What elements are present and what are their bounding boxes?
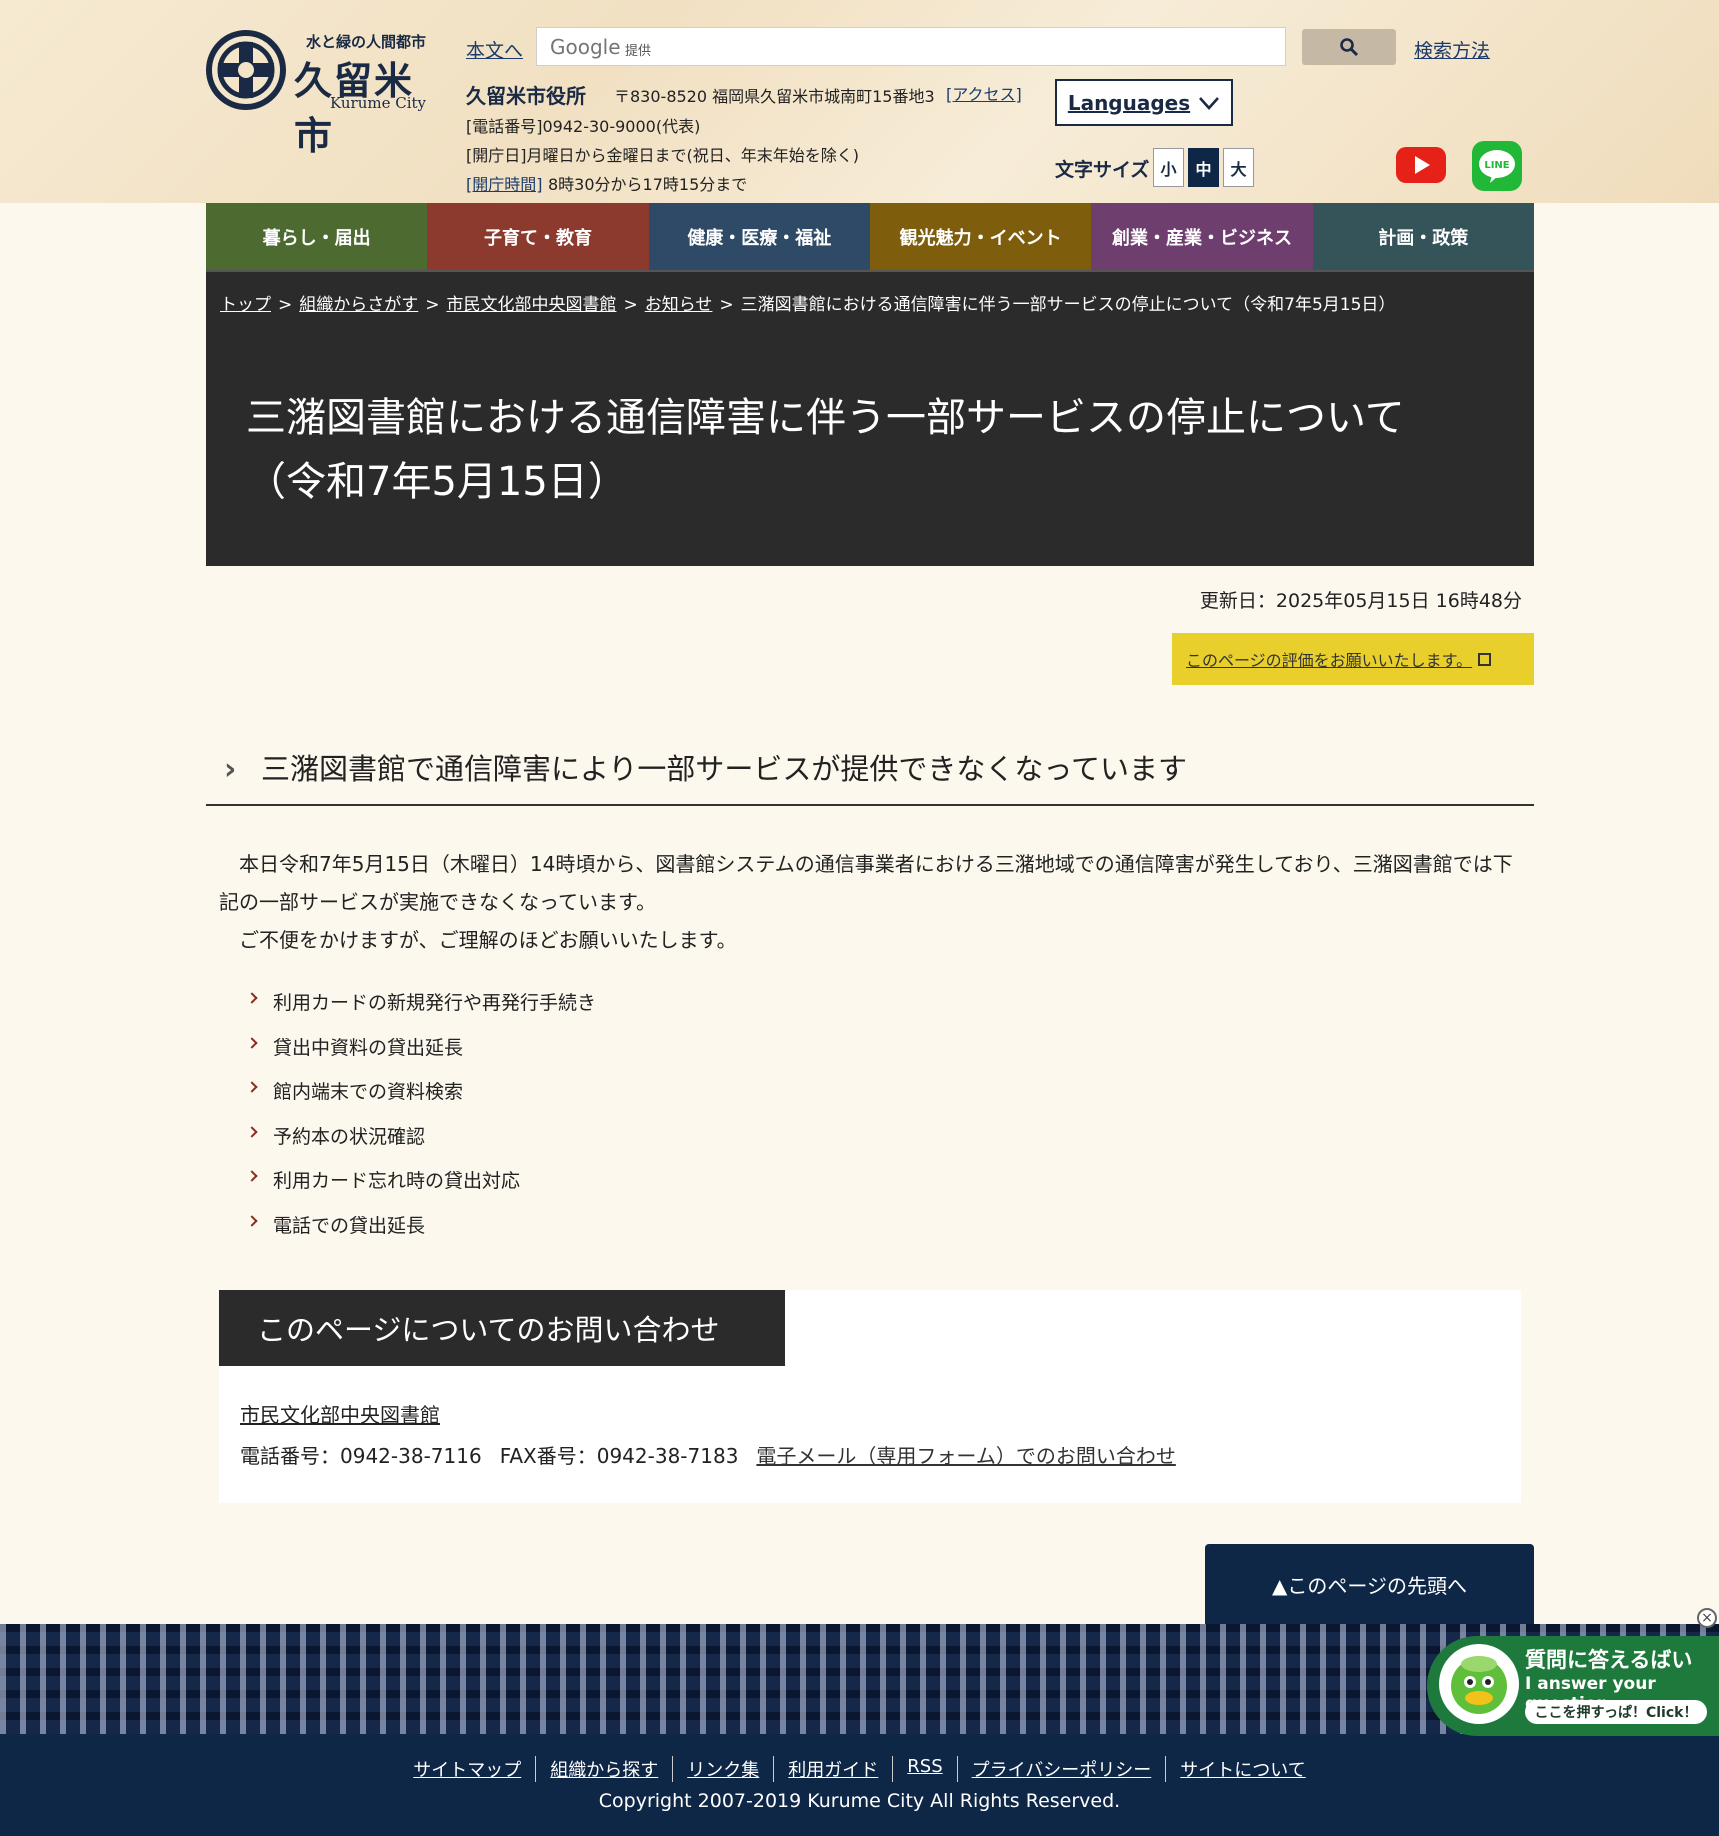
body-paragraph-2: ご不便をかけますが、ご理解のほどお願いいたします。 bbox=[219, 928, 737, 952]
footer-link-about[interactable]: サイトについて bbox=[1180, 1760, 1305, 1781]
updated-date: 更新日：2025年05月15日 16時48分 bbox=[1199, 590, 1522, 612]
font-size-large-button[interactable]: 大 bbox=[1223, 148, 1254, 187]
office-address: 〒830-8520 福岡県久留米市城南町15番地3 bbox=[614, 87, 935, 106]
youtube-icon[interactable] bbox=[1396, 147, 1446, 183]
search-icon bbox=[1340, 38, 1359, 57]
office-hours: 8時30分から17時15分まで bbox=[548, 175, 748, 194]
nav-item-tourism[interactable]: 観光魅力・イベント bbox=[869, 203, 1092, 270]
office-phone: [電話番号]0942-30-9000(代表) bbox=[466, 117, 701, 136]
svg-text:LINE: LINE bbox=[1484, 160, 1509, 171]
copyright: Copyright 2007-2019 Kurume City All Righ… bbox=[598, 1790, 1121, 1812]
footer-link-guide[interactable]: 利用ガイド bbox=[788, 1760, 878, 1781]
line-icon[interactable]: LINE bbox=[1472, 141, 1522, 191]
search-input[interactable]: Google 提供 bbox=[536, 27, 1286, 66]
languages-dropdown[interactable]: Languages bbox=[1055, 79, 1233, 126]
contact-department-link[interactable]: 市民文化部中央図書館 bbox=[240, 1399, 440, 1428]
service-list: 利用カードの新規発行や再発行手続き 貸出中資料の貸出延長 館内端末での資料検索 … bbox=[246, 988, 596, 1256]
body-paragraph-1: 本日令和7年5月15日（木曜日）14時頃から、図書館システムの通信事業者における… bbox=[219, 852, 1513, 914]
breadcrumb-separator: > bbox=[719, 295, 734, 315]
contact-heading: このページについてのお問い合わせ bbox=[219, 1290, 785, 1366]
nav-item-health[interactable]: 健康・医療・福祉 bbox=[648, 203, 870, 270]
breadcrumb-organization[interactable]: 組織からさがす bbox=[299, 295, 418, 315]
contact-phone: 電話番号：0942-38-7116 bbox=[240, 1444, 482, 1468]
site-header: 水と緑の人間都市 久留米市 Kurume City 本文へ Google 提供 … bbox=[0, 0, 1719, 203]
contact-email-link[interactable]: 電子メール（専用フォーム）でのお問い合わせ bbox=[756, 1444, 1175, 1468]
office-days: [開庁日]月曜日から金曜日まで(祝日、年末年始を除く) bbox=[466, 146, 859, 165]
page-rating-label: このページの評価をお願いいたします。 bbox=[1186, 651, 1473, 670]
font-size-small-button[interactable]: 小 bbox=[1153, 148, 1184, 187]
contact-fax: FAX番号：0942-38-7183 bbox=[499, 1444, 739, 1468]
breadcrumb-separator: > bbox=[623, 295, 638, 315]
skip-to-content-link[interactable]: 本文へ bbox=[466, 36, 523, 63]
nav-item-business[interactable]: 創業・産業・ビジネス bbox=[1091, 203, 1313, 270]
city-emblem-icon bbox=[206, 30, 286, 110]
page-rating-link[interactable]: このページの評価をお願いいたします。 bbox=[1172, 633, 1534, 685]
font-size-label: 文字サイズ bbox=[1055, 159, 1150, 181]
list-item: 利用カードの新規発行や再発行手続き bbox=[246, 988, 596, 1033]
footer-link-organization[interactable]: 組織から探す bbox=[550, 1760, 658, 1781]
font-size-medium-button[interactable]: 中 bbox=[1188, 148, 1219, 187]
site-footer: サイトマップ 組織から探す リンク集 利用ガイド RSS プライバシーポリシー … bbox=[0, 1734, 1719, 1836]
chatbot-title: 質問に答えるばい bbox=[1525, 1648, 1693, 1672]
breadcrumb: トップ > 組織からさがす > 市民文化部中央図書館 > お知らせ > 三潴図書館における通信障… bbox=[220, 290, 1395, 315]
search-brand-sub: 提供 bbox=[625, 44, 652, 59]
footer-link-privacy[interactable]: プライバシーポリシー bbox=[972, 1760, 1152, 1781]
contact-box: このページについてのお問い合わせ 市民文化部中央図書館 電話番号：0942-38… bbox=[219, 1290, 1521, 1503]
page-title-line2: （令和7年5月15日） bbox=[246, 459, 628, 505]
list-item: 電話での貸出延長 bbox=[246, 1211, 596, 1256]
search-brand: Google bbox=[550, 35, 621, 59]
list-item: 貸出中資料の貸出延長 bbox=[246, 1033, 596, 1078]
back-to-top-button[interactable]: ▲このページの先頭へ bbox=[1205, 1544, 1534, 1624]
footer-link-rss[interactable]: RSS bbox=[907, 1756, 942, 1777]
nav-item-policy[interactable]: 計画・政策 bbox=[1312, 203, 1534, 270]
close-icon[interactable]: × bbox=[1697, 1608, 1717, 1628]
nav-item-childcare[interactable]: 子育て・教育 bbox=[427, 203, 649, 270]
breadcrumb-top[interactable]: トップ bbox=[220, 295, 271, 315]
access-link[interactable]: [アクセス] bbox=[946, 81, 1022, 105]
footer-links: サイトマップ 組織から探す リンク集 利用ガイド RSS プライバシーポリシー … bbox=[0, 1756, 1719, 1782]
chevron-down-icon bbox=[1199, 96, 1220, 110]
nav-item-living[interactable]: 暮らし・届出 bbox=[206, 203, 428, 270]
contact-line: 電話番号：0942-38-7116 FAX番号：0942-38-7183 電子メール… bbox=[240, 1440, 1176, 1469]
office-name: 久留米市役所 bbox=[466, 84, 586, 108]
footer-link-links[interactable]: リンク集 bbox=[687, 1760, 759, 1781]
page-title-line1: 三潴図書館における通信障害に伴う一部サービスの停止について bbox=[246, 395, 1405, 441]
page-title: 三潴図書館における通信障害に伴う一部サービスの停止について （令和7年5月15日… bbox=[246, 386, 1506, 514]
external-window-icon bbox=[1478, 652, 1492, 666]
kappa-mascot-icon bbox=[1439, 1644, 1519, 1724]
section-heading-text: 三潴図書館で通信障害により一部サービスが提供できなくなっています bbox=[261, 752, 1187, 786]
list-item: 予約本の状況確認 bbox=[246, 1122, 596, 1167]
list-item: 館内端末での資料検索 bbox=[246, 1077, 596, 1122]
languages-label: Languages bbox=[1067, 90, 1191, 115]
chatbot-click-label: ここを押すっぱ！Click！ bbox=[1525, 1700, 1707, 1724]
search-help-link[interactable]: 検索方法 bbox=[1414, 36, 1490, 63]
footer-link-sitemap[interactable]: サイトマップ bbox=[413, 1760, 521, 1781]
list-item: 利用カード忘れ時の貸出対応 bbox=[246, 1166, 596, 1211]
breadcrumb-library[interactable]: 市民文化部中央図書館 bbox=[447, 295, 617, 315]
title-panel: トップ > 組織からさがす > 市民文化部中央図書館 > お知らせ > 三潴図書館における通信障… bbox=[206, 270, 1534, 566]
body-text: 本日令和7年5月15日（木曜日）14時頃から、図書館システムの通信事業者における… bbox=[219, 845, 1519, 959]
logo-tagline: 水と緑の人間都市 bbox=[306, 33, 427, 51]
global-nav: 暮らし・届出 子育て・教育 健康・医療・福祉 観光魅力・イベント 創業・産業・ビ… bbox=[206, 203, 1534, 270]
site-logo[interactable]: 水と緑の人間都市 久留米市 Kurume City bbox=[206, 28, 452, 158]
search-button[interactable] bbox=[1302, 29, 1396, 65]
breadcrumb-news[interactable]: お知らせ bbox=[645, 295, 713, 315]
breadcrumb-current: 三潴図書館における通信障害に伴う一部サービスの停止について（令和7年5月15日） bbox=[740, 295, 1396, 315]
breadcrumb-separator: > bbox=[425, 295, 440, 315]
breadcrumb-separator: > bbox=[278, 295, 293, 315]
chatbot-widget[interactable]: 質問に答えるばい I answer your question ここを押すっぱ！… bbox=[1427, 1636, 1719, 1736]
chevron-right-icon: › bbox=[224, 752, 237, 787]
section-heading: › 三潴図書館で通信障害により一部サービスが提供できなくなっています bbox=[206, 730, 1534, 806]
logo-name-en: Kurume City bbox=[330, 94, 427, 112]
office-hours-link[interactable]: [開庁時間] bbox=[466, 171, 543, 195]
